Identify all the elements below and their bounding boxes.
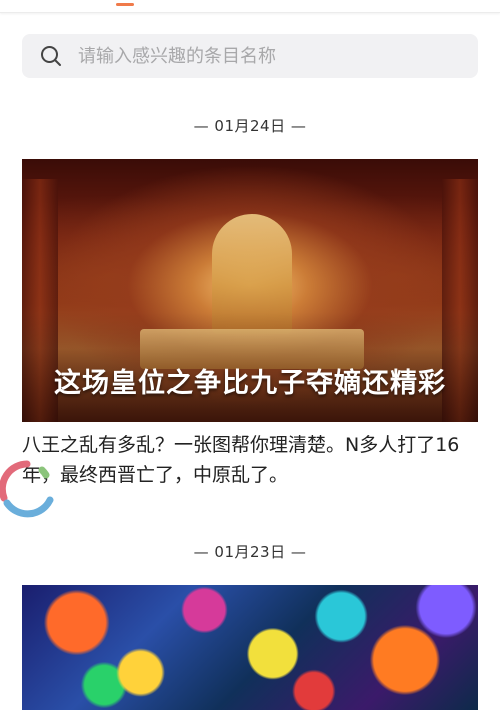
search-bar[interactable] (22, 34, 478, 78)
top-navigation-bar (0, 0, 500, 13)
search-icon (40, 45, 62, 67)
date-separator: — 01月23日 — (193, 543, 307, 561)
article-summary[interactable]: 八王之乱有多乱？一张图帮你理清楚。N多人打了16年，最终西晋亡了，中原乱了。 (22, 430, 482, 490)
article-cover-image[interactable] (22, 585, 478, 710)
date-separator: — 01月24日 — (193, 117, 307, 135)
article-image-title: 这场皇位之争比九子夺嫡还精彩 (54, 368, 446, 399)
active-tab-indicator (116, 3, 134, 6)
loading-spinner-icon (0, 458, 58, 520)
article-cover-image[interactable]: 这场皇位之争比九子夺嫡还精彩 (22, 159, 478, 422)
search-input[interactable] (78, 45, 438, 67)
